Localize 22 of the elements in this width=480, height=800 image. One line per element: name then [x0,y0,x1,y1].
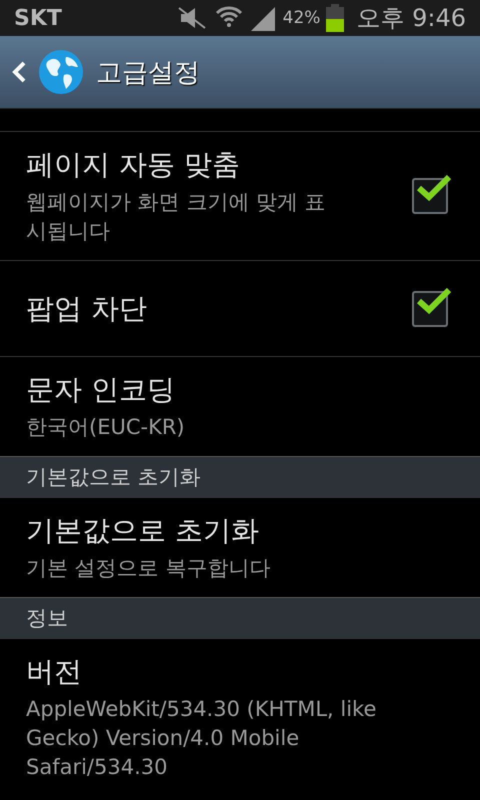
setting-summary: 한국어(EUC-KR) [26,414,186,441]
setting-title: 팝업 차단 [26,290,148,326]
battery-icon [326,4,344,32]
settings-row[interactable]: 버전 AppleWebKit/534.30 (KHTML, like Gecko) Version/4.0 Mobile Safari/534.30 [0,638,480,796]
setting-summary: 기본 설정으로 복구합니다 [26,555,272,582]
setting-title: 기본값으로 초기화 [26,513,260,549]
battery-percent: 42% [282,8,320,28]
clock: 오후 9:46 [356,3,466,34]
carrier-name: SKT [14,6,63,30]
settings-row[interactable]: 페이지 자동 맞춤 웹페이지가 화면 크기에 맞게 표시됩니다 [0,131,480,260]
settings-row[interactable]: 팝업 차단 [0,260,480,356]
screen-title: 고급설정 [96,56,200,90]
setting-title: 문자 인코딩 [26,372,176,408]
signal-icon [248,5,277,31]
globe-icon [38,49,84,95]
setting-title: 버전 [26,654,83,690]
section-header: 기본값으로 초기화 [0,456,480,497]
section-header: 정보 [0,597,480,638]
setting-summary: AppleWebKit/534.30 (KHTML, like Gecko) Version/4.0 Mobile Safari/534.30 [26,696,378,781]
setting-title: 페이지 자동 맞춤 [26,147,241,183]
setting-summary: 웹페이지가 화면 크기에 맞게 표시됩니다 [26,189,327,245]
back-icon[interactable] [12,61,26,83]
